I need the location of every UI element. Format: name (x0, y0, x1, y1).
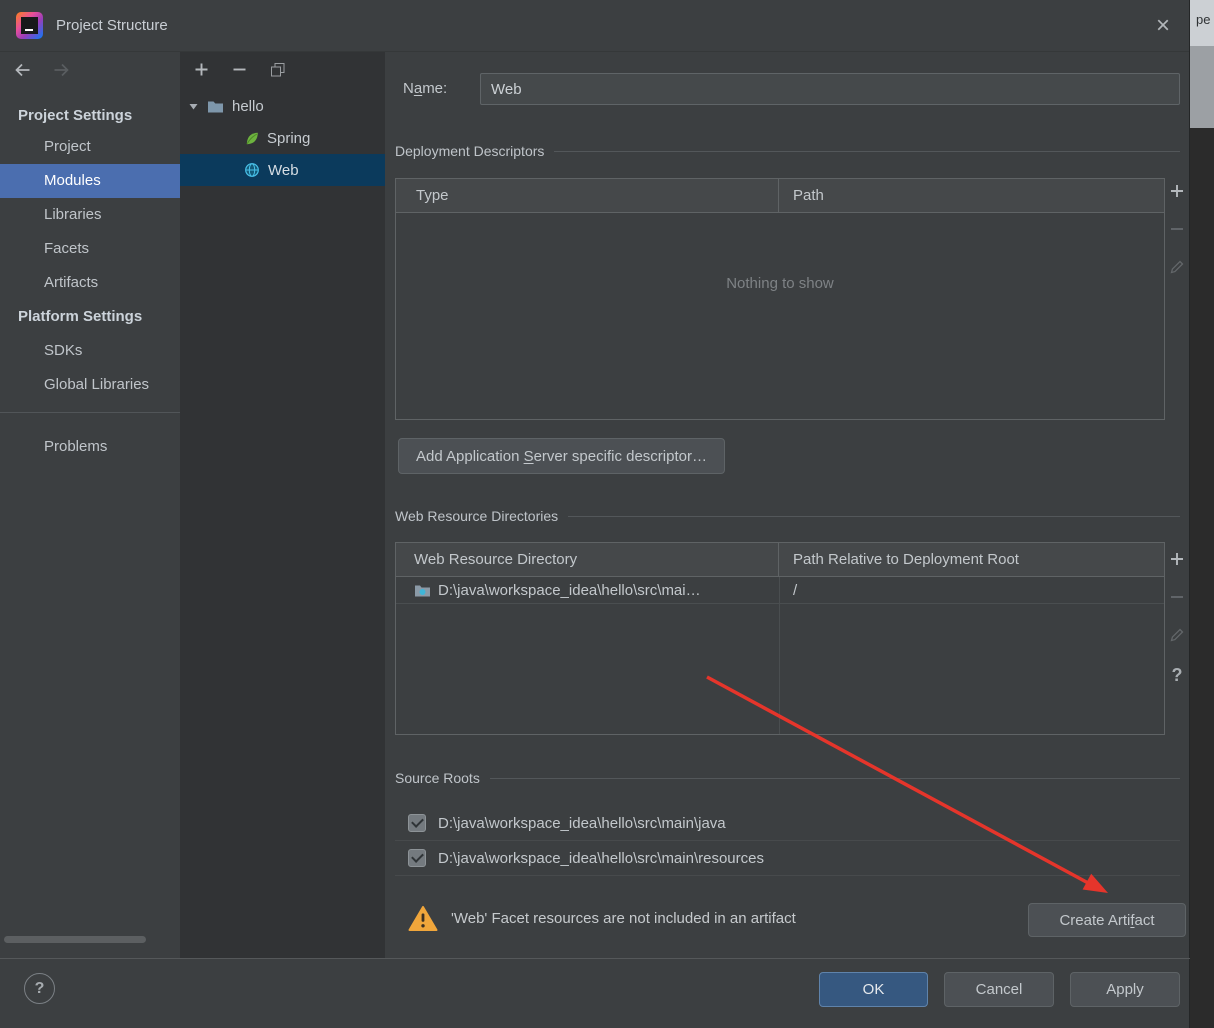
add-app-server-descriptor-button[interactable]: Add Application Server specific descript… (398, 438, 725, 474)
ok-button[interactable]: OK (819, 972, 928, 1007)
sidebar-item-facets[interactable]: Facets (0, 232, 180, 266)
sidebar-item-problems[interactable]: Problems (0, 430, 180, 464)
dialog-titlebar: Project Structure × (0, 0, 1189, 52)
module-folder-icon (207, 99, 224, 113)
tree-item-web[interactable]: Web (180, 154, 385, 186)
background-clipped-text: pe (1190, 0, 1214, 46)
project-structure-dialog: Project Structure × Project Settings Pro… (0, 0, 1190, 1028)
spring-leaf-icon (244, 131, 259, 146)
relative-path-cell: / (793, 581, 798, 599)
section-title: Deployment Descriptors (395, 143, 545, 159)
section-divider-line (568, 515, 1180, 517)
dialog-footer: ? OK Cancel Apply (0, 958, 1190, 1028)
deployment-toolbar (1168, 184, 1186, 274)
remove-icon[interactable] (1170, 590, 1184, 604)
sidebar-item-libraries[interactable]: Libraries (0, 198, 180, 232)
sidebar-header-project-settings: Project Settings (18, 107, 133, 124)
background-app: pe (1190, 0, 1214, 1028)
sidebar-item-modules[interactable]: Modules (0, 164, 180, 198)
web-resource-table: Web Resource Directory Path Relative to … (395, 542, 1165, 735)
sidebar-item-artifacts[interactable]: Artifacts (0, 266, 180, 300)
close-icon[interactable]: × (1148, 12, 1178, 42)
section-source-roots: Source Roots (395, 769, 1180, 787)
back-icon[interactable] (14, 62, 32, 78)
sidebar-divider (0, 412, 180, 413)
tree-item-label: Spring (267, 129, 311, 147)
sidebar-scrollbar[interactable] (4, 936, 146, 943)
table-header: Web Resource Directory Path Relative to … (396, 543, 1164, 577)
screenshot-root: pe Project Structure × Project Settings … (0, 0, 1214, 1028)
copy-icon[interactable] (270, 62, 286, 78)
facet-warning: 'Web' Facet resources are not included i… (395, 898, 796, 938)
column-header-path: Path (793, 187, 824, 204)
section-divider-line (489, 777, 1180, 779)
help-button[interactable]: ? (24, 973, 55, 1004)
forward-icon[interactable] (52, 62, 70, 78)
sidebar-item-global-libraries[interactable]: Global Libraries (0, 368, 180, 402)
deployment-descriptors-table: Type Path Nothing to show (395, 178, 1165, 420)
warning-icon (408, 905, 438, 932)
remove-icon[interactable] (1170, 222, 1184, 236)
web-resource-directory-cell: D:\java\workspace_idea\hello\src\mai… (396, 582, 779, 599)
column-header-web-resource-directory: Web Resource Directory (396, 543, 779, 576)
tree-item-label: Web (268, 161, 299, 179)
web-facet-icon (244, 162, 260, 178)
section-deployment-descriptors: Deployment Descriptors (395, 142, 1180, 160)
empty-table-message: Nothing to show (726, 275, 834, 292)
module-tree-panel: hello Spring Web (180, 52, 385, 958)
dialog-title: Project Structure (56, 17, 168, 34)
name-label: Name: (403, 80, 448, 97)
folder-icon (414, 584, 431, 597)
section-web-resource-directories: Web Resource Directories (395, 507, 1180, 525)
cancel-button[interactable]: Cancel (944, 972, 1054, 1007)
source-root-row: D:\java\workspace_idea\hello\src\main\re… (395, 841, 1180, 876)
sidebar-header-platform-settings: Platform Settings (18, 308, 143, 325)
sidebar-item-sdks[interactable]: SDKs (0, 334, 180, 368)
name-input[interactable] (480, 73, 1180, 105)
tree-item-label: hello (232, 97, 264, 115)
intellij-logo-icon (16, 12, 43, 39)
sidebar: Project Settings Project Modules Librari… (0, 52, 180, 958)
section-title: Web Resource Directories (395, 508, 559, 524)
source-root-row: D:\java\workspace_idea\hello\src\main\ja… (395, 806, 1180, 841)
source-root-checkbox[interactable] (408, 849, 426, 867)
source-root-checkbox[interactable] (408, 814, 426, 832)
add-icon[interactable] (194, 62, 209, 78)
column-divider (779, 577, 780, 734)
column-header-type: Type (396, 179, 779, 212)
create-artifact-button[interactable]: Create Artifact (1028, 903, 1186, 937)
table-row[interactable]: D:\java\workspace_idea\hello\src\mai… / (396, 577, 1164, 604)
facet-editor: Name: Deployment Descriptors Type Path N… (385, 52, 1190, 958)
background-scrollbar-strip (1190, 46, 1214, 128)
tree-item-hello[interactable]: hello (180, 90, 385, 122)
remove-icon[interactable] (232, 62, 247, 78)
help-icon[interactable]: ? (1172, 666, 1183, 684)
tree-toolbar (194, 62, 286, 78)
source-root-path: D:\java\workspace_idea\hello\src\main\ja… (438, 814, 726, 832)
source-root-path: D:\java\workspace_idea\hello\src\main\re… (438, 849, 764, 867)
section-title: Source Roots (395, 770, 480, 786)
warning-text: 'Web' Facet resources are not included i… (451, 909, 796, 927)
edit-pencil-icon[interactable] (1170, 260, 1184, 274)
web-resource-toolbar: ? (1168, 552, 1186, 684)
history-nav (14, 62, 70, 78)
sidebar-item-project[interactable]: Project (0, 130, 180, 164)
section-divider-line (554, 150, 1180, 152)
chevron-down-icon[interactable] (188, 101, 199, 112)
apply-button[interactable]: Apply (1070, 972, 1180, 1007)
edit-pencil-icon[interactable] (1170, 628, 1184, 642)
column-header-path-relative: Path Relative to Deployment Root (793, 551, 1019, 568)
add-icon[interactable] (1170, 184, 1184, 198)
directory-path-text: D:\java\workspace_idea\hello\src\mai… (438, 581, 701, 599)
table-header: Type Path (396, 179, 1164, 213)
tree-item-spring[interactable]: Spring (180, 122, 385, 154)
add-icon[interactable] (1170, 552, 1184, 566)
